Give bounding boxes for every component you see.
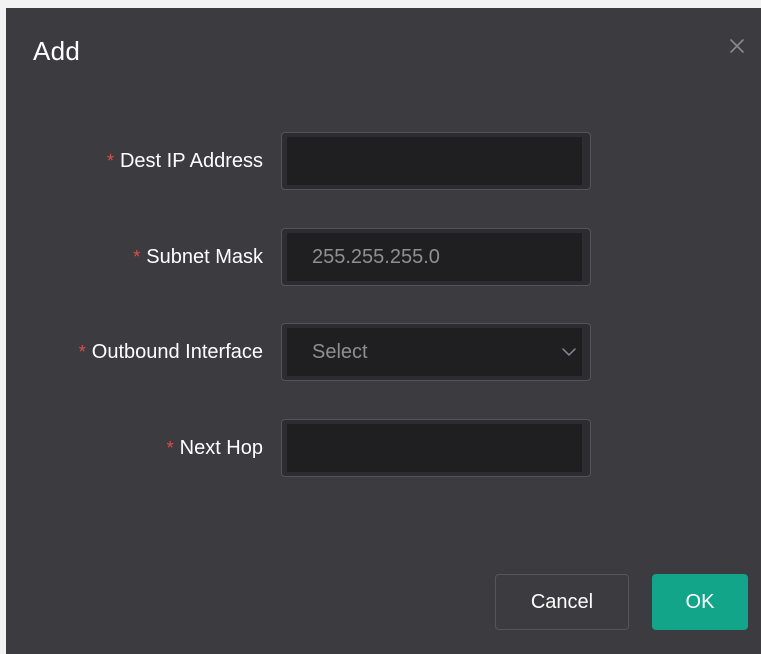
- next-hop-input[interactable]: [287, 424, 582, 472]
- chevron-down-icon: [561, 347, 577, 357]
- next-hop-field-wrapper: [281, 419, 591, 477]
- ok-button[interactable]: OK: [652, 574, 748, 630]
- dest-ip-field-wrapper: [281, 132, 591, 190]
- next-hop-label: * Next Hop: [167, 419, 263, 477]
- subnet-mask-label-text: Subnet Mask: [146, 246, 263, 268]
- outbound-interface-placeholder: Select: [312, 340, 368, 363]
- close-icon: [727, 36, 747, 56]
- add-dialog: Add *Dest IP Address *Subnet Mask *Outbo…: [6, 8, 761, 654]
- outbound-interface-field-wrapper: Select: [281, 323, 591, 381]
- outbound-interface-label: * Outbound Interface: [79, 323, 263, 381]
- subnet-mask-label: * Subnet Mask: [133, 228, 263, 286]
- outbound-interface-label-text: Outbound Interface: [91, 341, 263, 363]
- required-marker: *: [133, 247, 141, 267]
- dialog-title: Add: [33, 36, 81, 66]
- next-hop-label-text: Next Hop: [179, 437, 263, 459]
- form-row-dest-ip: * Dest IP Address: [6, 132, 761, 190]
- cancel-button[interactable]: Cancel: [495, 574, 629, 630]
- dest-ip-input[interactable]: [287, 137, 582, 185]
- form-row-next-hop: * Next Hop: [6, 419, 761, 477]
- required-marker: *: [78, 342, 86, 362]
- subnet-mask-field-wrapper: [281, 228, 591, 286]
- subnet-mask-input[interactable]: [287, 233, 582, 281]
- form-row-subnet-mask: * Subnet Mask: [6, 228, 761, 286]
- dest-ip-label: * Dest IP Address: [107, 132, 263, 190]
- close-button[interactable]: [727, 36, 747, 56]
- dest-ip-label-text: Dest IP Address: [119, 150, 263, 172]
- required-marker: *: [166, 438, 174, 458]
- form-row-outbound-interface: * Outbound Interface Select: [6, 323, 761, 381]
- outbound-interface-select[interactable]: Select: [287, 328, 582, 376]
- required-marker: *: [106, 151, 114, 171]
